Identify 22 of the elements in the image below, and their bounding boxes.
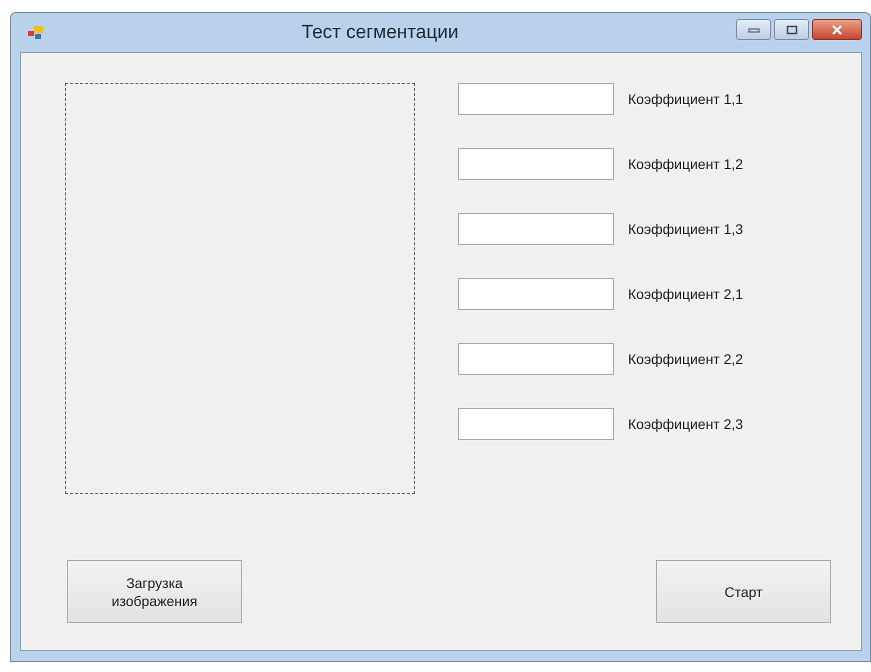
field-label: Коэффициент 1,2: [628, 156, 744, 172]
close-icon: [831, 24, 843, 34]
field-label: Коэффициент 1,1: [628, 91, 744, 107]
input-field[interactable]: [458, 213, 614, 245]
input-field[interactable]: [458, 83, 614, 115]
maximize-icon: [786, 24, 798, 34]
input-field[interactable]: [458, 408, 614, 440]
minimize-button[interactable]: [736, 19, 771, 40]
input-field[interactable]: [458, 148, 614, 180]
input-field[interactable]: [458, 278, 614, 310]
field-label: Коэффициент 2,2: [628, 351, 744, 367]
input-field[interactable]: [458, 343, 614, 375]
field-label: Коэффициент 2,1: [628, 286, 744, 302]
action-button[interactable]: Загрузка изображения: [67, 560, 242, 623]
app-icon: [28, 26, 44, 40]
close-button[interactable]: [812, 19, 862, 40]
field-label: Коэффициент 1,3: [628, 221, 744, 237]
minimize-icon: [748, 26, 760, 32]
field-label: Коэффициент 2,3: [628, 416, 744, 432]
action-button[interactable]: Старт: [656, 560, 831, 623]
maximize-button[interactable]: [774, 19, 809, 40]
window-title: Тест сегментации: [300, 22, 460, 44]
